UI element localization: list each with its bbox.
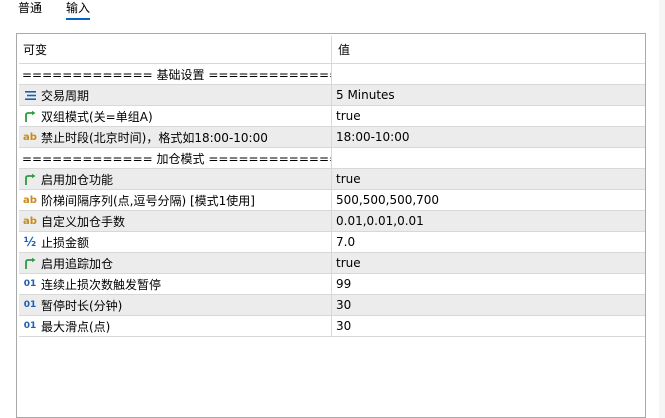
parameter-name: 启用加仓功能 xyxy=(41,172,114,187)
table-row[interactable]: 启用追踪加仓 true xyxy=(19,253,645,274)
parameter-value[interactable]: 30 xyxy=(336,298,351,312)
parameter-value-cell[interactable] xyxy=(331,64,645,84)
parameter-name: 连续止损次数触发暂停 xyxy=(41,277,162,292)
section-row[interactable]: ============= 基础设置 =============== xyxy=(19,64,645,85)
table-row[interactable]: ab 禁止时段(北京时间)，格式如18:00-10:00 18:00-10:00 xyxy=(19,127,645,148)
inputs-grid: 可变 值 ============= 基础设置 =============== 交… xyxy=(16,33,646,418)
parameter-value-cell[interactable]: 7.0 xyxy=(331,232,645,252)
int-icon: 01 xyxy=(23,279,37,289)
tab-bar: 普通 输入 xyxy=(0,0,665,24)
parameter-name-cell[interactable]: 启用追踪加仓 xyxy=(19,253,331,273)
parameter-name: 启用追踪加仓 xyxy=(41,256,114,271)
parameter-value-cell[interactable]: 30 xyxy=(331,295,645,315)
parameter-name: 自定义加仓手数 xyxy=(41,214,126,229)
table-header: 可变 值 xyxy=(19,36,645,64)
parameter-name: ============= 基础设置 =============== xyxy=(22,67,331,82)
parameter-name: 阶梯间隔序列(点,逗号分隔) [模式1使用] xyxy=(41,193,255,208)
table-row[interactable]: 双组模式(关=单组A) true xyxy=(19,106,645,127)
parameter-value-cell[interactable]: 0.01,0.01,0.01 xyxy=(331,211,645,231)
table-row[interactable]: 01 最大滑点(点) 30 xyxy=(19,316,645,337)
parameter-value-cell[interactable]: true xyxy=(331,253,645,273)
int-icon: 01 xyxy=(23,300,37,310)
parameter-name: 交易周期 xyxy=(41,88,90,103)
double-icon: ½ xyxy=(23,235,37,249)
parameter-name: 暂停时长(分钟) xyxy=(41,298,123,313)
table-row[interactable]: 启用加仓功能 true xyxy=(19,169,645,190)
parameter-value-cell[interactable]: 500,500,500,700 xyxy=(331,190,645,210)
parameter-name-cell[interactable]: ============= 基础设置 =============== xyxy=(19,64,331,84)
table-row[interactable]: 01 连续止损次数触发暂停 99 xyxy=(19,274,645,295)
parameter-name-cell[interactable]: 01 连续止损次数触发暂停 xyxy=(19,274,331,294)
string-icon: ab xyxy=(23,215,37,227)
section-row[interactable]: ============= 加仓模式 ============= xyxy=(19,148,645,169)
inputs-table: 可变 值 ============= 基础设置 =============== 交… xyxy=(19,36,645,337)
parameter-name-cell[interactable]: 双组模式(关=单组A) xyxy=(19,106,331,126)
parameter-value-cell[interactable]: 30 xyxy=(331,316,645,336)
parameter-value-cell[interactable]: true xyxy=(331,169,645,189)
parameter-value-cell[interactable] xyxy=(331,148,645,168)
parameter-value-cell[interactable]: true xyxy=(331,106,645,126)
parameter-value[interactable]: 500,500,500,700 xyxy=(336,193,439,207)
string-icon: ab xyxy=(23,194,37,206)
parameter-name-cell[interactable]: ½ 止损金额 xyxy=(19,232,331,252)
parameter-name-cell[interactable]: 交易周期 xyxy=(19,85,331,105)
table-row[interactable]: 01 暂停时长(分钟) 30 xyxy=(19,295,645,316)
parameter-value[interactable]: 0.01,0.01,0.01 xyxy=(336,214,424,228)
parameter-value[interactable]: true xyxy=(336,109,361,123)
parameter-value[interactable]: true xyxy=(336,256,361,270)
tab-inputs[interactable]: 输入 xyxy=(66,0,91,20)
window-edge xyxy=(659,0,665,418)
table-row[interactable]: 交易周期 5 Minutes xyxy=(19,85,645,106)
bool-icon xyxy=(23,109,37,123)
parameter-name: 双组模式(关=单组A) xyxy=(41,109,153,124)
parameter-name: 禁止时段(北京时间)，格式如18:00-10:00 xyxy=(41,130,268,145)
parameter-value[interactable]: 99 xyxy=(336,277,351,291)
bool-icon xyxy=(23,256,37,270)
parameter-value-cell[interactable]: 5 Minutes xyxy=(331,85,645,105)
parameter-name: 止损金额 xyxy=(41,235,90,250)
parameter-name-cell[interactable]: ============= 加仓模式 ============= xyxy=(19,148,331,168)
column-header-value[interactable]: 值 xyxy=(331,36,645,63)
string-icon: ab xyxy=(23,131,37,143)
parameter-name-cell[interactable]: 01 最大滑点(点) xyxy=(19,316,331,336)
bool-icon xyxy=(23,172,37,186)
table-row[interactable]: ab 自定义加仓手数 0.01,0.01,0.01 xyxy=(19,211,645,232)
tab-common[interactable]: 普通 xyxy=(18,0,42,20)
enum-icon xyxy=(23,88,37,102)
table-row[interactable]: ½ 止损金额 7.0 xyxy=(19,232,645,253)
parameter-name: 最大滑点(点) xyxy=(41,319,111,334)
int-icon: 01 xyxy=(23,321,37,331)
parameter-value[interactable]: 18:00-10:00 xyxy=(336,130,410,144)
parameter-value[interactable]: 5 Minutes xyxy=(336,88,395,102)
parameter-value[interactable]: 30 xyxy=(336,319,351,333)
parameter-name-cell[interactable]: ab 自定义加仓手数 xyxy=(19,211,331,231)
parameter-name-cell[interactable]: 01 暂停时长(分钟) xyxy=(19,295,331,315)
parameter-value-cell[interactable]: 18:00-10:00 xyxy=(331,127,645,147)
table-row[interactable]: ab 阶梯间隔序列(点,逗号分隔) [模式1使用] 500,500,500,700 xyxy=(19,190,645,211)
parameter-name-cell[interactable]: ab 禁止时段(北京时间)，格式如18:00-10:00 xyxy=(19,127,331,147)
column-header-variable[interactable]: 可变 xyxy=(19,36,331,63)
parameter-name: ============= 加仓模式 ============= xyxy=(22,151,331,166)
parameter-value-cell[interactable]: 99 xyxy=(331,274,645,294)
parameter-value[interactable]: true xyxy=(336,172,361,186)
parameter-name-cell[interactable]: ab 阶梯间隔序列(点,逗号分隔) [模式1使用] xyxy=(19,190,331,210)
parameter-value[interactable]: 7.0 xyxy=(336,235,355,249)
parameter-name-cell[interactable]: 启用加仓功能 xyxy=(19,169,331,189)
